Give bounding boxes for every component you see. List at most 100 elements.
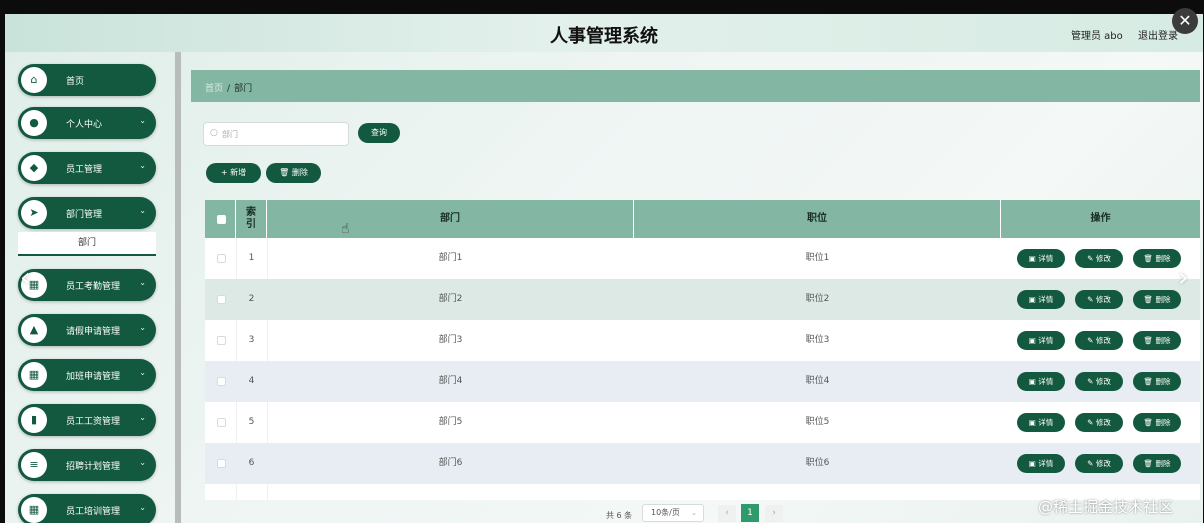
bulk-delete-button[interactable]: 🗑 删除 — [266, 163, 321, 183]
delete-button[interactable]: 🗑 删除 — [1133, 372, 1181, 391]
person-icon: ▲ — [21, 317, 47, 343]
row-checkbox[interactable] — [217, 418, 226, 427]
sidebar-item-4[interactable]: ➤ 部门管理 ⌄ — [18, 197, 156, 229]
carousel-prev-icon[interactable]: ‹ — [20, 263, 30, 293]
sidebar-item-label: 部门管理 — [66, 210, 103, 220]
delete-button[interactable]: 🗑 删除 — [1133, 249, 1181, 268]
list-icon: ≡ — [21, 452, 47, 478]
table-row[interactable]: 2 部门2 职位2 ▣ 详情 ✎ 修改 🗑 删除 — [205, 279, 1200, 320]
row-checkbox[interactable] — [217, 459, 226, 468]
sidebar-item-label: 员工考勤管理 — [66, 282, 121, 292]
table-header: 索 引 部门 职位 操作 — [205, 200, 1200, 238]
carousel-next-icon[interactable]: › — [1178, 263, 1188, 293]
detail-button[interactable]: ▣ 详情 — [1017, 454, 1065, 473]
search-box[interactable]: ○ — [203, 122, 349, 146]
chevron-down-icon: ⌄ — [139, 206, 146, 215]
row-checkbox[interactable] — [217, 295, 226, 304]
chevron-down-icon: ⌄ — [139, 323, 146, 332]
sidebar-item-3[interactable]: ◆ 员工管理 ⌄ — [18, 152, 156, 184]
cell-index: 6 — [248, 458, 255, 468]
sidebar-item-1[interactable]: ⌂ 首页 — [18, 64, 156, 96]
column-header-position[interactable]: 职位 — [634, 200, 1001, 238]
cell-index: 4 — [248, 376, 255, 386]
sidebar-item-5[interactable]: ▦ 员工考勤管理 ⌄ — [18, 269, 156, 301]
select-all-checkbox[interactable] — [217, 215, 226, 224]
page-size-select[interactable]: 10条/页 ⌄ — [642, 504, 704, 522]
chevron-down-icon: ⌄ — [139, 503, 146, 512]
breadcrumb-bar: 首页 / 部门 — [191, 70, 1200, 102]
column-header-department[interactable]: 部门 — [267, 200, 634, 238]
table-row[interactable]: 4 部门4 职位4 ▣ 详情 ✎ 修改 🗑 删除 — [205, 361, 1200, 402]
home-icon: ⌂ — [21, 67, 47, 93]
breadcrumb-separator: / — [227, 84, 231, 94]
sidebar-item-7[interactable]: ▦ 加班申请管理 ⌄ — [18, 359, 156, 391]
detail-button[interactable]: ▣ 详情 — [1017, 413, 1065, 432]
user-icon: ● — [21, 110, 47, 136]
current-user: 管理员 abo — [1071, 31, 1123, 42]
page-size-value: 10条/页 — [651, 508, 680, 517]
data-table: 索 引 部门 职位 操作 1 部门1 职位1 ▣ 详情 ✎ 修改 🗑 删除 2 部门2 职位2 ▣… — [205, 200, 1200, 500]
table-row[interactable]: 5 部门5 职位5 ▣ 详情 ✎ 修改 🗑 删除 — [205, 402, 1200, 443]
grid-icon: ▦ — [21, 497, 47, 523]
prev-page-button[interactable]: ‹ — [718, 505, 736, 522]
staff-icon: ◆ — [21, 155, 47, 181]
chevron-down-icon: ⌄ — [139, 413, 146, 422]
sidebar-item-2[interactable]: ● 个人中心 ⌄ — [18, 107, 156, 139]
edit-button[interactable]: ✎ 修改 — [1075, 331, 1123, 350]
breadcrumb: 首页 / 部门 — [205, 81, 252, 94]
search-button[interactable]: 查询 — [358, 123, 400, 143]
sidebar-item-label: 员工培训管理 — [66, 507, 121, 517]
cell-department: 部门4 — [438, 376, 463, 386]
detail-button[interactable]: ▣ 详情 — [1017, 290, 1065, 309]
close-icon[interactable]: ✕ — [1172, 8, 1198, 34]
add-button[interactable]: + 新增 — [206, 163, 261, 183]
row-checkbox[interactable] — [217, 254, 226, 263]
detail-button[interactable]: ▣ 详情 — [1017, 249, 1065, 268]
edit-button[interactable]: ✎ 修改 — [1075, 372, 1123, 391]
search-icon: ○ — [210, 128, 218, 138]
table-row[interactable]: 1 部门1 职位1 ▣ 详情 ✎ 修改 🗑 删除 — [205, 238, 1200, 279]
table-row[interactable]: 6 部门6 职位6 ▣ 详情 ✎ 修改 🗑 删除 — [205, 443, 1200, 484]
watermark: @稀土掘金技术社区 — [1038, 498, 1174, 516]
page-number-current[interactable]: 1 — [741, 504, 759, 522]
table-row[interactable]: 3 部门3 职位3 ▣ 详情 ✎ 修改 🗑 删除 — [205, 320, 1200, 361]
sidebar-subitem-department[interactable]: 部门 — [18, 232, 156, 256]
hand-cursor-icon: ☝ — [341, 221, 350, 237]
detail-button[interactable]: ▣ 详情 — [1017, 372, 1065, 391]
edit-button[interactable]: ✎ 修改 — [1075, 249, 1123, 268]
delete-button[interactable]: 🗑 删除 — [1133, 331, 1181, 350]
sidebar-item-9[interactable]: ≡ 招聘计划管理 ⌄ — [18, 449, 156, 481]
sidebar-item-label: 请假申请管理 — [66, 327, 121, 337]
sidebar-item-10[interactable]: ▦ 员工培训管理 ⌄ — [18, 494, 156, 523]
chevron-down-icon: ⌄ — [139, 161, 146, 170]
cell-position: 职位3 — [805, 335, 830, 345]
grid-icon: ▦ — [21, 362, 47, 388]
logout-link[interactable]: 退出登录 — [1138, 27, 1178, 42]
delete-button[interactable]: 🗑 删除 — [1133, 454, 1181, 473]
search-input[interactable] — [222, 126, 342, 142]
next-page-button[interactable]: › — [765, 505, 783, 522]
sidebar-item-label: 首页 — [66, 77, 85, 87]
edit-button[interactable]: ✎ 修改 — [1075, 454, 1123, 473]
column-header-index: 索 引 — [236, 200, 267, 238]
breadcrumb-home[interactable]: 首页 — [205, 84, 223, 94]
send-icon: ➤ — [21, 200, 47, 226]
edit-button[interactable]: ✎ 修改 — [1075, 413, 1123, 432]
row-checkbox[interactable] — [217, 336, 226, 345]
sidebar-item-8[interactable]: ▮ 员工工资管理 ⌄ — [18, 404, 156, 436]
sidebar-divider — [175, 52, 181, 523]
delete-button[interactable]: 🗑 删除 — [1133, 413, 1181, 432]
detail-button[interactable]: ▣ 详情 — [1017, 331, 1065, 350]
pagination-total: 共 6 条 — [606, 511, 633, 520]
header-select-cell — [205, 200, 236, 238]
cell-position: 职位6 — [805, 458, 830, 468]
sidebar-item-6[interactable]: ▲ 请假申请管理 ⌄ — [18, 314, 156, 346]
cell-position: 职位2 — [805, 294, 830, 304]
edit-button[interactable]: ✎ 修改 — [1075, 290, 1123, 309]
cell-department: 部门3 — [438, 335, 463, 345]
page-title: 人事管理系统 — [550, 26, 658, 47]
row-checkbox[interactable] — [217, 377, 226, 386]
chevron-down-icon: ⌄ — [139, 116, 146, 125]
delete-button[interactable]: 🗑 删除 — [1133, 290, 1181, 309]
cell-index: 3 — [248, 335, 255, 345]
